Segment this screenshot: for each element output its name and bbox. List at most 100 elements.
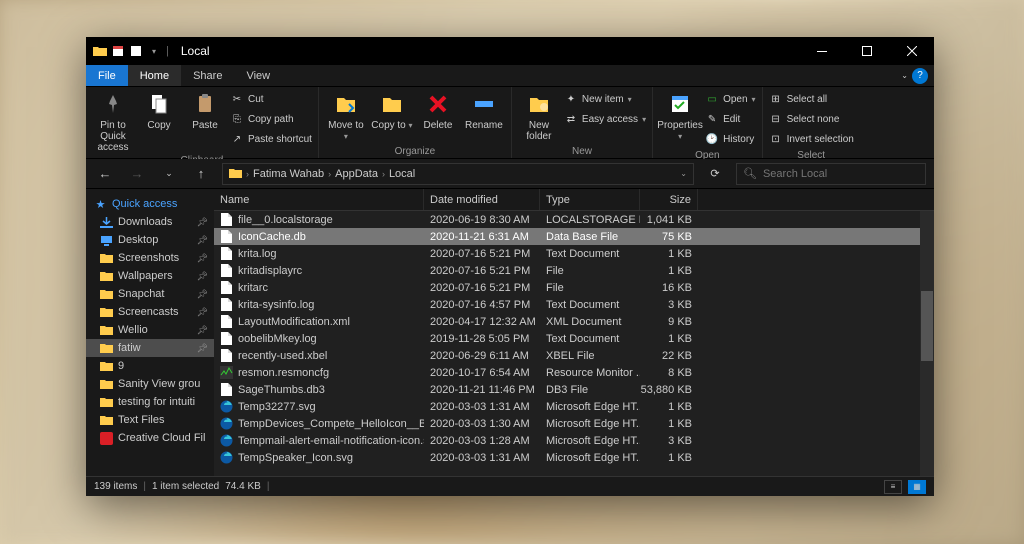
- sidebar-item-label: fatiw: [118, 342, 141, 354]
- qat-new-icon[interactable]: [128, 43, 144, 59]
- column-type[interactable]: Type: [540, 189, 640, 210]
- file-row[interactable]: resmon.resmoncfg2020-10-17 6:54 AMResour…: [214, 364, 934, 381]
- column-size[interactable]: Size: [640, 189, 698, 210]
- sidebar-item[interactable]: Desktop📌︎: [86, 231, 214, 249]
- sidebar-item-label: Snapchat: [118, 288, 164, 300]
- breadcrumb-segment[interactable]: Fatima Wahab: [253, 168, 324, 180]
- file-name: kritarc: [238, 282, 268, 294]
- file-row[interactable]: SageThumbs.db32020-11-21 11:46 PMDB3 Fil…: [214, 381, 934, 398]
- sidebar-item[interactable]: testing for intuiti: [86, 393, 214, 411]
- sidebar-item[interactable]: Screencasts📌︎: [86, 303, 214, 321]
- forward-button[interactable]: →: [126, 163, 148, 185]
- sidebar-item[interactable]: Screenshots📌︎: [86, 249, 214, 267]
- file-row[interactable]: krita.log2020-07-16 5:21 PMText Document…: [214, 245, 934, 262]
- qat-properties-icon[interactable]: [110, 43, 126, 59]
- select-none-button[interactable]: ⊟Select none: [769, 110, 854, 128]
- file-row[interactable]: LayoutModification.xml2020-04-17 12:32 A…: [214, 313, 934, 330]
- open-button[interactable]: ▭Open ▾: [705, 90, 755, 108]
- tab-home[interactable]: Home: [128, 65, 181, 86]
- history-icon: 🕑: [705, 132, 719, 146]
- sidebar-item[interactable]: Text Files: [86, 411, 214, 429]
- sidebar-item[interactable]: Downloads📌︎: [86, 213, 214, 231]
- invert-selection-button[interactable]: ⊡Invert selection: [769, 130, 854, 148]
- copy-to-button[interactable]: Copy to ▾: [371, 90, 413, 131]
- file-row[interactable]: IconCache.db2020-11-21 6:31 AMData Base …: [214, 228, 934, 245]
- thumbnails-view-button[interactable]: ▦: [908, 480, 926, 494]
- sidebar-item[interactable]: Sanity View grou: [86, 375, 214, 393]
- cut-button[interactable]: ✂Cut: [230, 90, 312, 108]
- column-date[interactable]: Date modified: [424, 189, 540, 210]
- tab-file[interactable]: File: [86, 65, 128, 86]
- new-folder-button[interactable]: New folder: [518, 90, 560, 142]
- sidebar-item-label: 9: [118, 360, 124, 372]
- pin-icon: 📌︎: [197, 325, 208, 336]
- pin-icon: 📌︎: [197, 271, 208, 282]
- file-row[interactable]: TempSpeaker_Icon.svg2020-03-03 1:31 AMMi…: [214, 449, 934, 466]
- rename-button[interactable]: Rename: [463, 90, 505, 131]
- up-button[interactable]: ↑: [190, 163, 212, 185]
- file-row[interactable]: file__0.localstorage2020-06-19 8:30 AMLO…: [214, 211, 934, 228]
- paste-button[interactable]: Paste: [184, 90, 226, 131]
- ribbon-collapse-icon[interactable]: ⌄: [901, 71, 908, 80]
- move-to-button[interactable]: Move to ▾: [325, 90, 367, 142]
- sidebar-item[interactable]: Creative Cloud Fil: [86, 429, 214, 447]
- details-view-button[interactable]: ≡: [884, 480, 902, 494]
- breadcrumb-segment[interactable]: Local: [389, 168, 415, 180]
- column-name[interactable]: Name: [214, 189, 424, 210]
- file-icon: [220, 366, 233, 379]
- navigation-pane: ★Quick access Downloads📌︎Desktop📌︎Screen…: [86, 189, 214, 476]
- file-date: 2020-03-03 1:31 AM: [424, 452, 540, 464]
- search-box[interactable]: 🔍︎: [736, 163, 926, 185]
- scrollbar[interactable]: [920, 211, 934, 476]
- file-row[interactable]: kritarc2020-07-16 5:21 PMFile16 KB: [214, 279, 934, 296]
- minimize-button[interactable]: [799, 37, 844, 65]
- tab-share[interactable]: Share: [181, 65, 234, 86]
- file-row[interactable]: Tempmail-alert-email-notification-icon.s…: [214, 432, 934, 449]
- breadcrumb[interactable]: › Fatima Wahab› AppData› Local ⌄: [222, 163, 694, 185]
- file-row[interactable]: oobelibMkey.log2019-11-28 5:05 PMText Do…: [214, 330, 934, 347]
- edit-button[interactable]: ✎Edit: [705, 110, 755, 128]
- shortcut-icon: ↗: [230, 132, 244, 146]
- file-type: LOCALSTORAGE File: [540, 214, 640, 226]
- pin-icon: 📌︎: [197, 235, 208, 246]
- paste-shortcut-button[interactable]: ↗Paste shortcut: [230, 130, 312, 148]
- copy-path-button[interactable]: ⎘Copy path: [230, 110, 312, 128]
- file-row[interactable]: Temp32277.svg2020-03-03 1:31 AMMicrosoft…: [214, 398, 934, 415]
- folder-icon: [100, 414, 113, 427]
- file-row[interactable]: recently-used.xbel2020-06-29 6:11 AMXBEL…: [214, 347, 934, 364]
- help-icon[interactable]: ?: [912, 68, 928, 84]
- select-all-button[interactable]: ⊞Select all: [769, 90, 854, 108]
- new-item-button[interactable]: ✦New item ▾: [564, 90, 646, 108]
- easy-access-button[interactable]: ⇄Easy access ▾: [564, 110, 646, 128]
- file-name: krita-sysinfo.log: [238, 299, 314, 311]
- close-button[interactable]: [889, 37, 934, 65]
- history-button[interactable]: 🕑History: [705, 130, 755, 148]
- file-row[interactable]: TempDevices_Compete_HelloIcon__Blue...20…: [214, 415, 934, 432]
- sidebar-item[interactable]: Snapchat📌︎: [86, 285, 214, 303]
- quick-access-header[interactable]: ★Quick access: [86, 195, 214, 213]
- sparkle-icon: ✦: [564, 92, 578, 106]
- sidebar-item[interactable]: Wallpapers📌︎: [86, 267, 214, 285]
- scrollbar-thumb[interactable]: [921, 291, 933, 361]
- delete-button[interactable]: Delete: [417, 90, 459, 131]
- sidebar-item[interactable]: fatiw📌︎: [86, 339, 214, 357]
- sidebar-item[interactable]: Wellio📌︎: [86, 321, 214, 339]
- file-size: 16 KB: [640, 282, 698, 294]
- sidebar-item[interactable]: 9: [86, 357, 214, 375]
- file-size: 1,041 KB: [640, 214, 698, 226]
- search-input[interactable]: [763, 168, 919, 180]
- maximize-button[interactable]: [844, 37, 889, 65]
- file-row[interactable]: kritadisplayrc2020-07-16 5:21 PMFile1 KB: [214, 262, 934, 279]
- refresh-button[interactable]: ⟳: [704, 163, 726, 185]
- properties-button[interactable]: Properties ▾: [659, 90, 701, 142]
- file-row[interactable]: krita-sysinfo.log2020-07-16 4:57 PMText …: [214, 296, 934, 313]
- breadcrumb-segment[interactable]: AppData: [335, 168, 378, 180]
- tab-view[interactable]: View: [234, 65, 282, 86]
- qat-dropdown-icon[interactable]: ▾: [146, 43, 162, 59]
- recent-dropdown[interactable]: ⌄: [158, 163, 180, 185]
- copy-button[interactable]: Copy: [138, 90, 180, 131]
- file-date: 2020-11-21 11:46 PM: [424, 384, 540, 396]
- back-button[interactable]: ←: [94, 163, 116, 185]
- pin-quick-access-button[interactable]: Pin to Quick access: [92, 90, 134, 153]
- breadcrumb-history-icon[interactable]: ⌄: [680, 169, 687, 178]
